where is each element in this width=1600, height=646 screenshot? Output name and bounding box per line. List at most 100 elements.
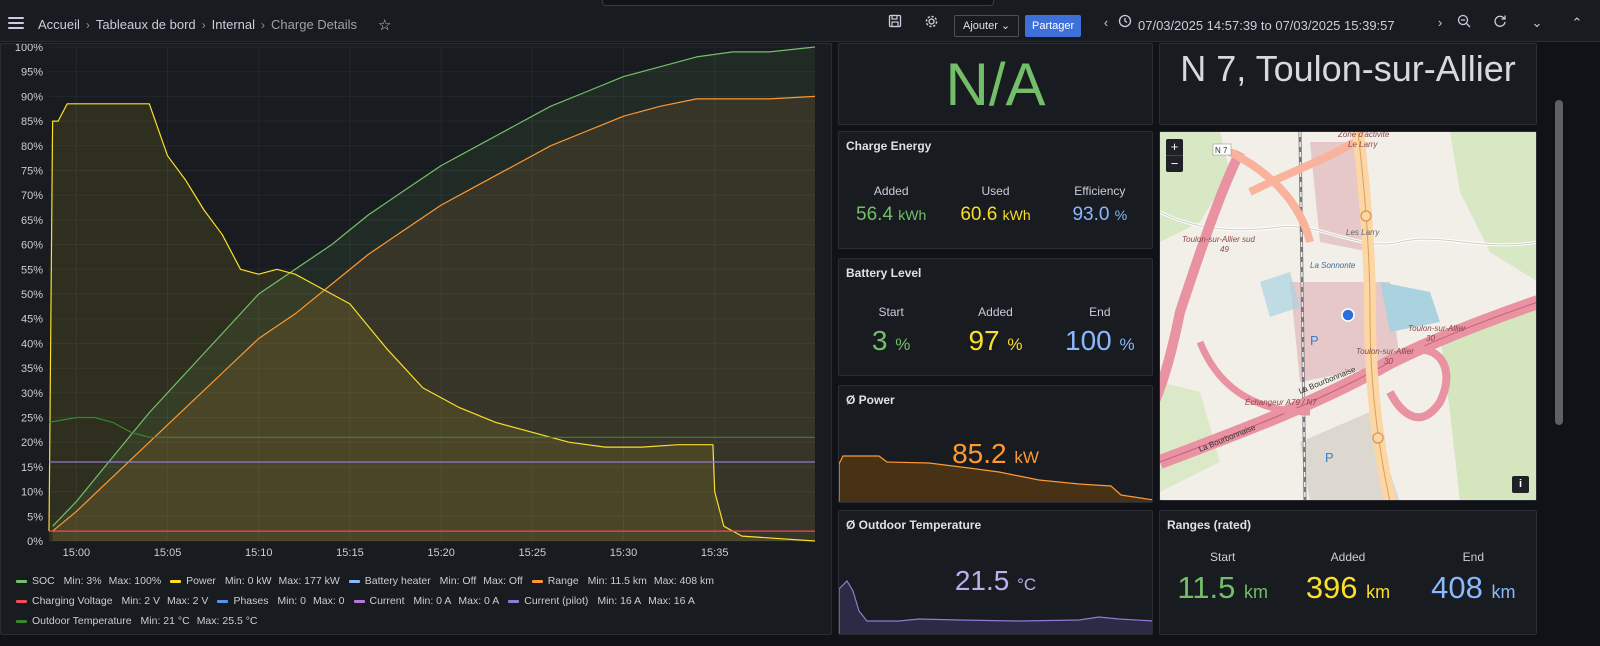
chevron-left-icon[interactable]: ‹: [1097, 14, 1115, 32]
legend-series-name: Current: [369, 595, 405, 607]
zoom-out-button[interactable]: −: [1166, 155, 1183, 171]
y-tick-label: 50%: [21, 289, 43, 301]
legend-item[interactable]: Outdoor Temperature Min: 21 °C Max: 25.5 …: [16, 611, 258, 631]
stat-end: End 100 %: [1048, 305, 1152, 357]
legend-series-name: Range: [547, 575, 579, 587]
stat-value: 56.4: [856, 204, 894, 225]
x-tick-label: 15:05: [154, 547, 182, 559]
y-tick-label: 95%: [21, 67, 43, 79]
time-range-picker[interactable]: 07/03/2025 14:57:39 to 07/03/2025 15:39:…: [1138, 18, 1395, 33]
address-value: N 7, Toulon-sur-Allier: [1180, 48, 1516, 89]
zoom-in-button[interactable]: +: [1166, 139, 1183, 155]
page-scrollbar[interactable]: [1553, 42, 1565, 634]
chevron-right-icon: ›: [261, 17, 266, 32]
stat-label: End: [1089, 305, 1111, 319]
breadcrumb-current: Charge Details: [271, 17, 358, 32]
legend-series-name: Power: [186, 575, 216, 587]
legend-min: Min: 16 A: [594, 595, 642, 607]
refresh-icon[interactable]: [1491, 14, 1509, 32]
legend-item[interactable]: Range Min: 11.5 km Max: 408 km: [531, 571, 714, 591]
breadcrumb-folder[interactable]: Internal: [212, 17, 255, 32]
breadcrumb-home[interactable]: Accueil: [38, 17, 80, 32]
breadcrumb-dashboards[interactable]: Tableaux de bord: [96, 17, 196, 32]
save-icon[interactable]: [886, 14, 904, 32]
stat-start: Start 3 %: [839, 305, 943, 357]
legend-item[interactable]: Phases Min: 0 Max: 0: [217, 591, 345, 611]
y-tick-label: 55%: [21, 264, 43, 276]
y-tick-label: 70%: [21, 190, 43, 202]
ranges-panel: Ranges (rated) Start 11.5 km Added 396 k…: [1159, 510, 1537, 635]
stat-unit: %: [1007, 335, 1023, 354]
zoom-out-icon[interactable]: [1455, 14, 1473, 32]
map-label-30: 30: [1426, 334, 1435, 343]
stat-value: 97: [968, 325, 1000, 356]
y-tick-label: 90%: [21, 91, 43, 103]
legend-min: Min: 2 V: [118, 595, 160, 607]
panel-title: Battery Level: [846, 266, 922, 280]
x-tick-label: 15:25: [519, 547, 547, 559]
map-label-49: 49: [1220, 245, 1229, 254]
map-label-toulon-2: Toulon-sur-Allier: [1356, 347, 1414, 356]
stat-added: Added 56.4 kWh: [839, 184, 943, 226]
legend-item[interactable]: Battery heater Min: Off Max: Off: [348, 571, 523, 591]
legend-min: Min: 11.5 km: [584, 575, 647, 587]
y-tick-label: 0%: [27, 536, 43, 548]
clock-icon: [1116, 14, 1134, 32]
info-icon[interactable]: i: [1512, 476, 1529, 493]
stat-label: Added: [978, 305, 1013, 319]
panel-title: Ranges (rated): [1167, 518, 1252, 532]
legend-series-name: Battery heater: [364, 575, 431, 587]
legend-item[interactable]: Current (pilot) Min: 16 A Max: 16 A: [508, 591, 695, 611]
legend-item[interactable]: Current Min: 0 A Max: 0 A: [353, 591, 499, 611]
map-label-toulon-sud: Toulon-sur-Allier sud: [1182, 235, 1255, 244]
star-icon[interactable]: ☆: [378, 16, 391, 34]
search-bar-stub[interactable]: [602, 0, 994, 6]
legend-item[interactable]: SOC Min: 3% Max: 100%: [16, 571, 161, 591]
menu-icon[interactable]: [8, 17, 24, 29]
stat-end: End 408 km: [1411, 550, 1536, 606]
stat-unit: km: [1366, 582, 1391, 602]
legend-swatch: [531, 579, 543, 583]
share-button[interactable]: Partager: [1025, 15, 1082, 37]
breadcrumb: Accueil › Tableaux de bord › Internal › …: [38, 17, 357, 32]
legend-min: Min: 0: [274, 595, 306, 607]
chevron-down-icon[interactable]: ⌄: [1528, 14, 1546, 32]
gear-icon[interactable]: [922, 14, 940, 32]
map-label-sonnonte: La Sonnonte: [1310, 261, 1356, 270]
legend-min: Min: 3%: [60, 575, 102, 587]
stat-unit: %: [895, 335, 911, 354]
legend-series-name: SOC: [32, 575, 55, 587]
location-map[interactable]: N 7 Zone d'activité Le Larry Les Larry T…: [1159, 131, 1537, 501]
y-tick-label: 30%: [21, 388, 43, 400]
chevron-up-icon[interactable]: ⌃: [1568, 14, 1586, 32]
stat-start: Start 11.5 km: [1160, 550, 1285, 606]
legend-item[interactable]: Charging Voltage Min: 2 V Max: 2 V: [16, 591, 208, 611]
avg-power-panel: Ø Power 85.2 kW: [838, 385, 1153, 503]
top-bar: Accueil › Tableaux de bord › Internal › …: [0, 0, 1600, 42]
legend-item[interactable]: Power Min: 0 kW Max: 177 kW: [170, 571, 340, 591]
stat-label: Used: [981, 184, 1010, 198]
address-panel: N 7, Toulon-sur-Allier: [1159, 43, 1537, 125]
location-marker-icon[interactable]: [1341, 308, 1355, 322]
chevron-right-icon[interactable]: ›: [1431, 14, 1449, 32]
y-tick-label: 100%: [15, 44, 43, 54]
y-tick-label: 10%: [21, 487, 43, 499]
legend-series-name: Current (pilot): [524, 595, 589, 607]
x-tick-label: 15:30: [610, 547, 638, 559]
legend-swatch: [170, 579, 182, 583]
stat-unit: kWh: [898, 207, 927, 223]
legend-min: Min: 0 A: [410, 595, 452, 607]
stat-efficiency: Efficiency 93.0 %: [1048, 184, 1152, 226]
stat-value: 3: [871, 325, 888, 356]
legend-swatch: [16, 579, 27, 583]
stat-value: 85.2: [952, 438, 1007, 469]
legend-swatch: [16, 599, 27, 603]
add-button[interactable]: Ajouter ⌄: [954, 15, 1020, 37]
status-value: N/A: [945, 51, 1046, 118]
stat-label: Start: [1209, 550, 1236, 564]
scrollbar-thumb[interactable]: [1555, 100, 1563, 425]
map-canvas[interactable]: N 7 Zone d'activité Le Larry Les Larry T…: [1160, 132, 1537, 501]
stat-value: 408: [1431, 570, 1483, 605]
stat-value: 60.6: [960, 204, 998, 225]
charge-chart[interactable]: 0% 5% 10% 15% 20% 25% 30% 35% 40% 45% 50% 55% 60% 65%…: [1, 44, 832, 584]
